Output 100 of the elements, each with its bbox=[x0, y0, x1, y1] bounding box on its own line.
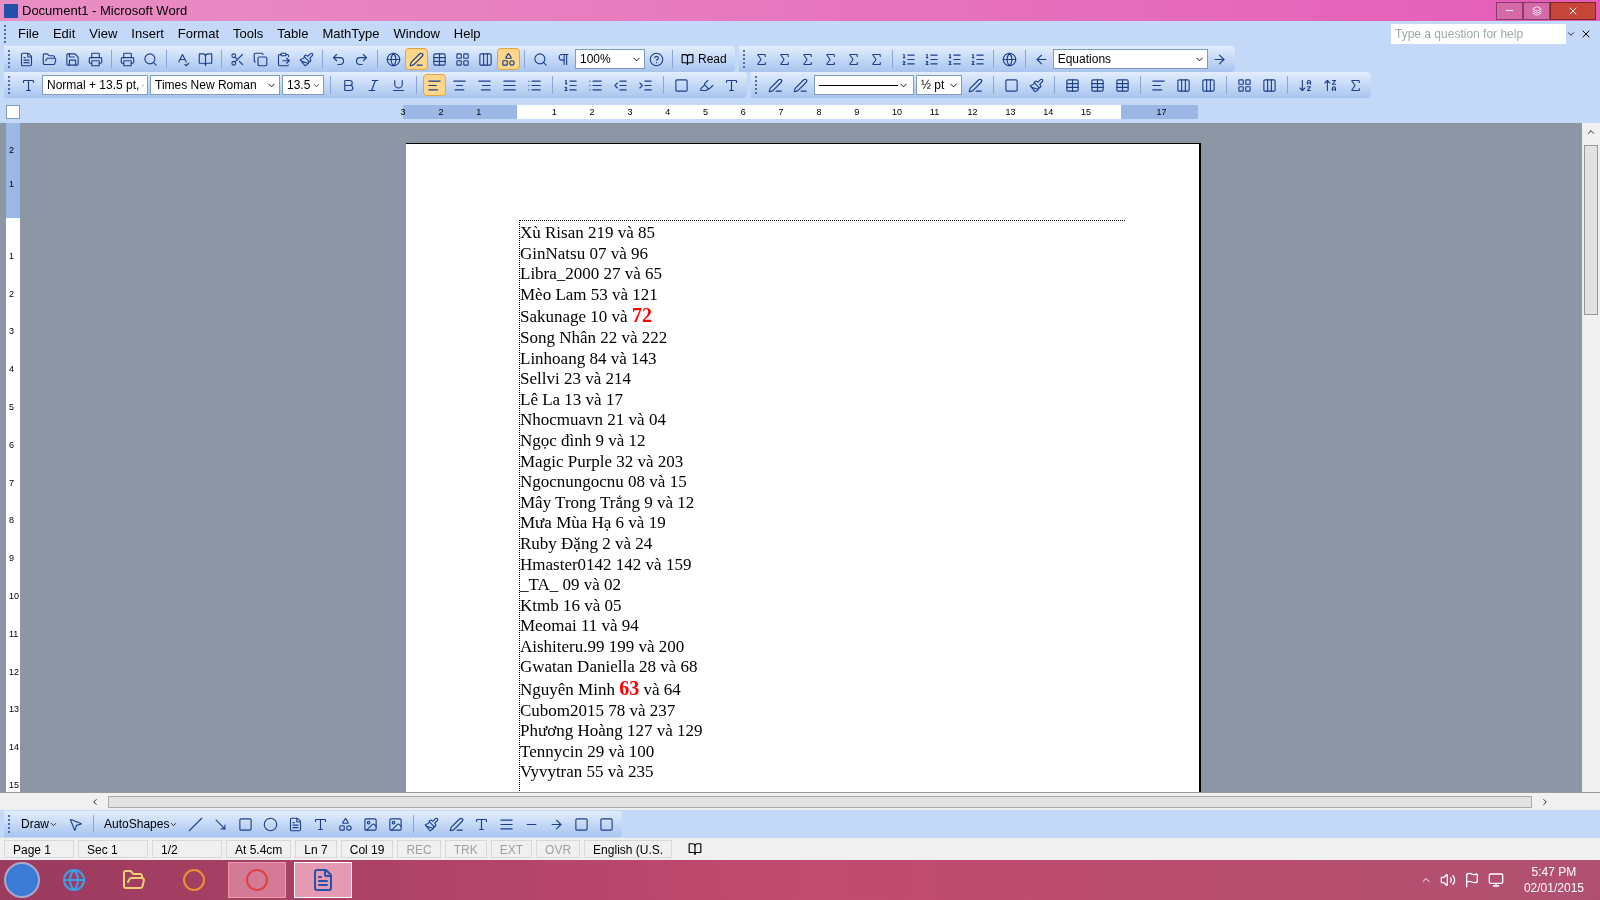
ruler-number: 12 bbox=[9, 665, 19, 679]
ruler-number: 6 bbox=[740, 106, 746, 119]
help-search-field[interactable]: Type a question for help bbox=[1391, 23, 1566, 44]
ruler-number: 2 bbox=[9, 143, 14, 157]
maximize-button[interactable] bbox=[1523, 1, 1550, 20]
document-line: Hmaster0142 142 và 159 bbox=[520, 554, 693, 576]
ruler-number: 1 bbox=[9, 177, 14, 191]
document-line: Nguyên Minh 63 và 64 bbox=[520, 678, 682, 701]
menu-item[interactable]: File bbox=[11, 23, 46, 44]
ruler-number: 10 bbox=[9, 590, 19, 603]
ruler-number: 13 bbox=[1005, 106, 1016, 119]
ruler-number: 17 bbox=[1156, 106, 1167, 119]
vertical-scrollbar[interactable] bbox=[1582, 123, 1600, 792]
equations-dropdown[interactable]: Equations bbox=[1052, 49, 1208, 69]
document-line: Song Nhân 22 và 222 bbox=[520, 327, 669, 349]
status-field: REC bbox=[397, 840, 441, 858]
scroll-right-icon[interactable] bbox=[1540, 796, 1550, 807]
status-field: Page 1 bbox=[4, 840, 74, 858]
menu-item[interactable]: Insert bbox=[124, 23, 171, 44]
style-dropdown[interactable]: Normal + 13.5 pt, bbox=[42, 75, 148, 95]
ruler-number: 1 bbox=[476, 106, 482, 119]
ruler-number: 8 bbox=[9, 514, 14, 528]
line-weight-dropdown[interactable]: ½ pt bbox=[916, 75, 962, 95]
status-field: Ln 7 bbox=[295, 840, 337, 858]
network-icon[interactable] bbox=[1487, 872, 1504, 888]
status-field: Col 19 bbox=[340, 840, 394, 858]
document-line: Cubom2015 78 và 237 bbox=[520, 700, 677, 722]
ruler-number: 8 bbox=[816, 106, 822, 119]
ruler-number: 9 bbox=[9, 552, 14, 566]
menu-item[interactable]: Table bbox=[270, 23, 316, 44]
ruler-number: 7 bbox=[9, 476, 14, 490]
draw-menu-button[interactable]: Draw bbox=[17, 815, 62, 833]
document-line: Libra_2000 27 và 65 bbox=[520, 264, 664, 285]
ruler-number: 4 bbox=[665, 106, 671, 119]
clock-time: 5:47 PM bbox=[1531, 864, 1577, 880]
menu-item[interactable]: Window bbox=[386, 23, 447, 44]
scroll-thumb[interactable] bbox=[1584, 145, 1598, 315]
ruler-number: 14 bbox=[9, 741, 19, 755]
menu-item[interactable]: Tools bbox=[226, 23, 271, 44]
volume-icon[interactable] bbox=[1439, 872, 1456, 888]
font-dropdown[interactable]: Times New Roman bbox=[150, 75, 280, 95]
drawing-icon[interactable] bbox=[497, 48, 520, 70]
ruler-number: 7 bbox=[778, 106, 784, 119]
scroll-up-icon[interactable] bbox=[1586, 127, 1596, 137]
document-line: Tennycin 29 và 100 bbox=[520, 741, 656, 763]
flag-icon[interactable] bbox=[1463, 872, 1480, 888]
document-line: Nhocmuavn 21 và 04 bbox=[520, 410, 667, 431]
document-line: Magic Purple 32 và 203 bbox=[520, 451, 685, 473]
autoshapes-menu-button[interactable]: AutoShapes bbox=[100, 815, 183, 833]
word-taskbar-icon[interactable] bbox=[294, 862, 352, 898]
clock-date: 02/01/2015 bbox=[1523, 880, 1584, 896]
close-button[interactable] bbox=[1550, 1, 1596, 20]
document-line: Sellvi 23 và 214 bbox=[520, 369, 632, 390]
ruler-number: 4 bbox=[9, 363, 14, 377]
menu-item[interactable]: View bbox=[82, 23, 125, 44]
document-line: Lê La 13 và 17 bbox=[520, 389, 624, 411]
start-button[interactable] bbox=[4, 862, 40, 898]
document-line: Mây Trong Trắng 9 và 12 bbox=[520, 492, 696, 514]
font-size-dropdown[interactable]: 13.5 bbox=[282, 75, 324, 95]
document-line: Xù Risan 219 và 85 bbox=[520, 223, 657, 244]
document-line: Ruby Đặng 2 và 24 bbox=[520, 533, 654, 555]
ruler-number: 1 bbox=[9, 249, 14, 263]
scroll-left-icon[interactable] bbox=[90, 796, 100, 807]
document-line: Meomai 11 và 94 bbox=[520, 616, 640, 637]
document-line: Phương Hoàng 127 và 129 bbox=[520, 721, 704, 742]
menu-item[interactable]: MathType bbox=[315, 23, 387, 44]
spelling-status-icon bbox=[688, 842, 703, 856]
ruler-number: 1 bbox=[551, 106, 557, 119]
status-field: OVR bbox=[536, 840, 581, 858]
tables-borders-icon[interactable] bbox=[405, 48, 428, 70]
align-left-icon[interactable] bbox=[423, 74, 446, 96]
document-line: Ktmb 16 và 05 bbox=[520, 595, 623, 617]
menu-item[interactable]: Format bbox=[170, 23, 226, 44]
ruler-number: 3 bbox=[627, 106, 633, 119]
ruler-number: 5 bbox=[9, 401, 14, 414]
zoom-dropdown[interactable]: 100% bbox=[575, 49, 645, 69]
status-field: Sec 1 bbox=[78, 840, 148, 858]
menu-item[interactable]: Help bbox=[446, 23, 488, 44]
ruler-number: 14 bbox=[1043, 106, 1054, 119]
ruler-number: 11 bbox=[9, 627, 19, 641]
ruler-number: 3 bbox=[9, 325, 14, 339]
status-field: English (U.S. bbox=[584, 840, 673, 858]
document-line: GinNatsu 07 và 96 bbox=[520, 243, 649, 265]
ruler-number: 12 bbox=[967, 106, 978, 119]
status-field: TRK bbox=[444, 840, 487, 858]
document-line: Mưa Mùa Hạ 6 và 19 bbox=[520, 513, 667, 534]
ruler-number: 10 bbox=[892, 106, 902, 119]
menu-item[interactable]: Edit bbox=[45, 23, 83, 44]
document-line: Aishiteru.99 199 và 200 bbox=[520, 636, 686, 658]
status-field: 1/2 bbox=[152, 840, 222, 858]
horizontal-scrollbar[interactable] bbox=[0, 792, 1600, 810]
ruler-number: 2 bbox=[9, 287, 14, 301]
read-button[interactable]: Read bbox=[677, 50, 731, 68]
line-style-dropdown[interactable] bbox=[814, 75, 914, 95]
document-line: Vyvytran 55 và 235 bbox=[520, 762, 655, 784]
document-line: Ngocnungocnu 08 và 15 bbox=[520, 472, 688, 493]
document-line: Mèo Lam 53 và 121 bbox=[520, 284, 659, 306]
tab-selector[interactable] bbox=[6, 105, 20, 119]
ruler-number: 9 bbox=[854, 106, 860, 119]
ruler-number: 3 bbox=[400, 106, 406, 119]
